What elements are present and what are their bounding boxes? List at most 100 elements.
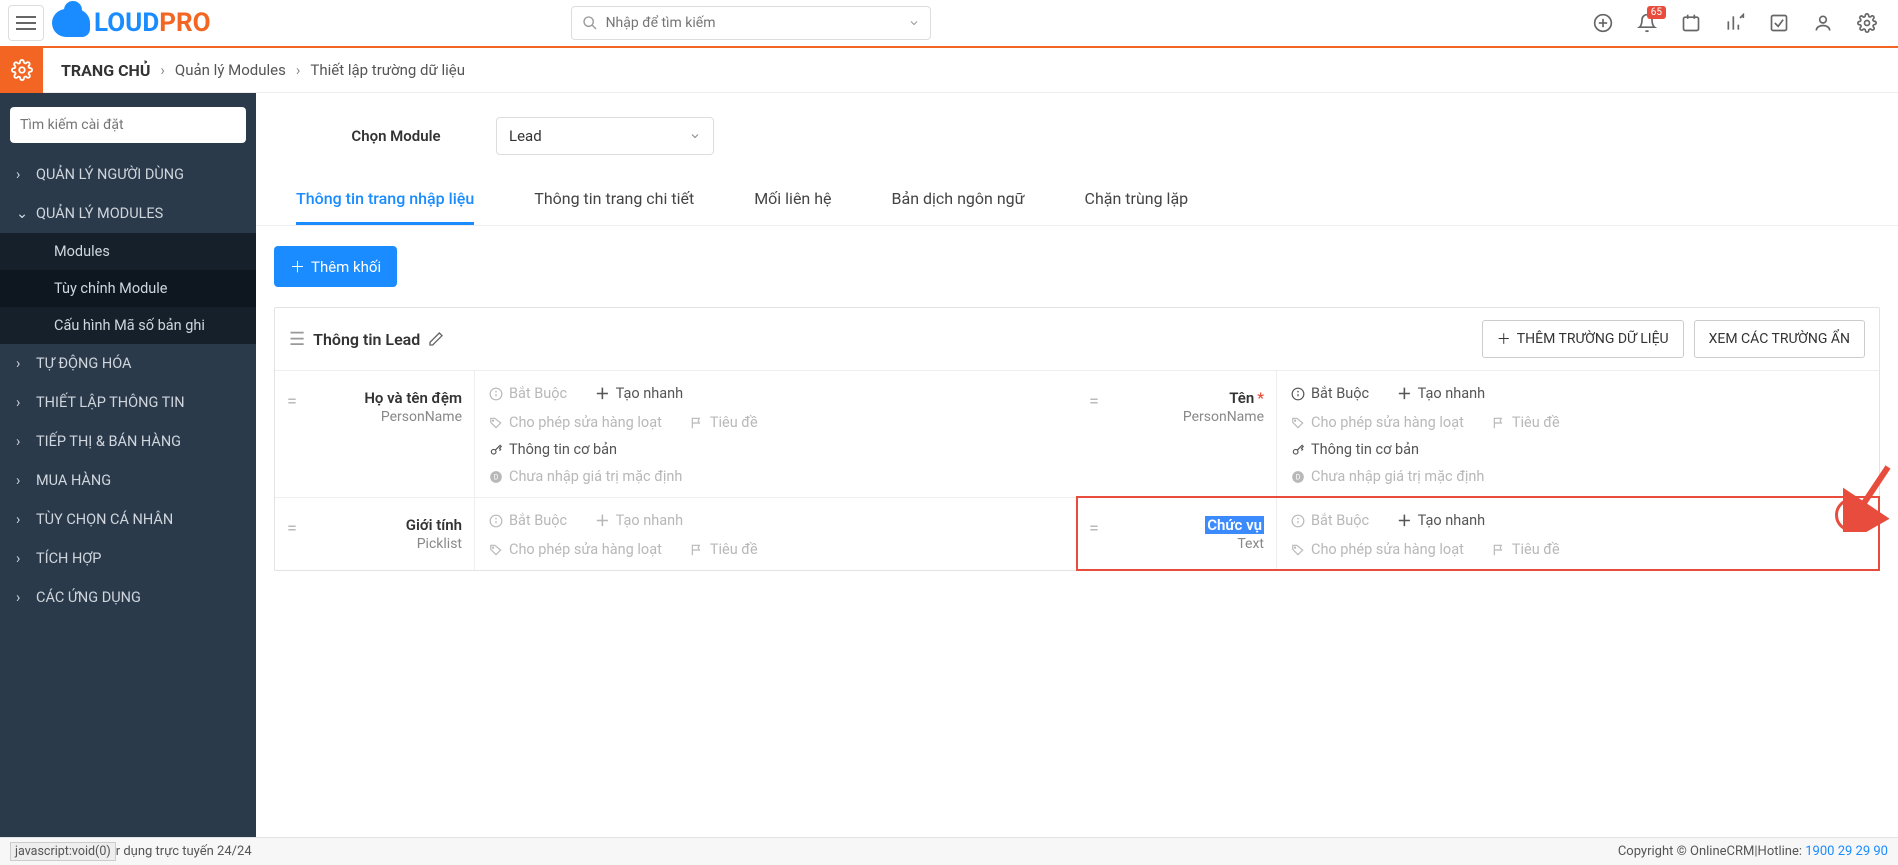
field-card[interactable]: = Chức vụ Text Bắt Buộc ＋ Tạo nhanh Cho … [1077, 497, 1879, 570]
module-select-value: Lead [509, 127, 542, 145]
opt-required[interactable]: Bắt Buộc [489, 510, 567, 531]
opt-mass[interactable]: Cho phép sửa hàng loạt [489, 414, 662, 431]
field-card[interactable]: = Giới tính Picklist Bắt Buộc ＋ Tạo nhan… [275, 497, 1077, 570]
opt-default[interactable]: D Chưa nhập giá trị mặc định [489, 468, 682, 485]
opt-required[interactable]: Bắt Buộc [1291, 383, 1369, 404]
sidebar-subitem[interactable]: Tùy chỉnh Module [0, 270, 256, 307]
add-block-label: Thêm khối [311, 258, 381, 276]
opt-quick[interactable]: ＋ Tạo nhanh [595, 383, 683, 404]
drag-icon[interactable]: ☰ [289, 329, 303, 350]
opt-header[interactable]: Tiêu đề [690, 541, 758, 558]
sidebar-subitem[interactable]: Cấu hình Mã số bản ghi [0, 307, 256, 344]
tab[interactable]: Mối liên hệ [754, 189, 831, 225]
sidebar-item-label: TỰ ĐỘNG HÓA [36, 355, 131, 372]
settings-gear-orange[interactable] [0, 48, 43, 93]
tab[interactable]: Thông tin trang nhập liệu [296, 189, 474, 225]
field-name: Giới tính [305, 516, 462, 534]
bell-icon[interactable]: 65 [1636, 12, 1658, 34]
sidebar-item[interactable]: › TÍCH HỢP [0, 539, 256, 578]
tab[interactable]: Thông tin trang chi tiết [534, 189, 694, 225]
calendar-icon[interactable] [1680, 12, 1702, 34]
field-card[interactable]: = Tên* PersonName Bắt Buộc ＋ Tạo nhanh C… [1077, 371, 1879, 497]
sidebar-item[interactable]: ⌄ QUẢN LÝ MODULES [0, 194, 256, 233]
sidebar-item-label: QUẢN LÝ MODULES [36, 205, 163, 222]
opt-quick[interactable]: ＋ Tạo nhanh [1397, 383, 1485, 404]
add-field-label: THÊM TRƯỜNG DỮ LIỆU [1517, 331, 1669, 347]
add-block-button[interactable]: ＋ Thêm khối [274, 246, 397, 287]
tabs: Thông tin trang nhập liệu Thông tin trang… [256, 165, 1898, 226]
global-search[interactable] [571, 6, 931, 40]
sidebar-item-label: TIẾP THỊ & BÁN HÀNG [36, 433, 181, 450]
add-field-button[interactable]: ＋ THÊM TRƯỜNG DỮ LIỆU [1482, 320, 1684, 358]
field-name: Tên* [1107, 389, 1264, 407]
opt-basic[interactable]: Thông tin cơ bản [489, 441, 617, 458]
opt-mass[interactable]: Cho phép sửa hàng loạt [1291, 414, 1464, 431]
chevron-icon: › [16, 550, 26, 567]
logo-text-1: LOUD [94, 8, 159, 38]
view-hidden-button[interactable]: XEM CÁC TRƯỜNG ẨN [1694, 320, 1865, 358]
view-hidden-label: XEM CÁC TRƯỜNG ẨN [1709, 331, 1850, 347]
sidebar-item[interactable]: ›THIẾT LẬP THÔNG TIN [0, 383, 256, 422]
breadcrumb-bar: TRANG CHỦ › Quản lý Modules › Thiết lập … [0, 48, 1898, 93]
user-icon[interactable] [1812, 12, 1834, 34]
sidebar-item[interactable]: › QUẢN LÝ NGƯỜI DÙNG [0, 155, 256, 194]
opt-required[interactable]: Bắt Buộc [489, 383, 567, 404]
footer: javascript:void(0) r dụng trực tuyến 24/… [0, 837, 1898, 865]
chevron-icon: ⌄ [16, 205, 26, 222]
crumb-last: Thiết lập trường dữ liệu [310, 61, 465, 79]
opt-header[interactable]: Tiêu đề [1492, 541, 1560, 558]
chevron-right-icon: › [160, 61, 165, 79]
module-select[interactable]: Lead [496, 117, 714, 155]
chevron-icon: › [16, 166, 26, 183]
field-type: PersonName [305, 409, 462, 425]
javascript-link: javascript:void(0) [10, 842, 116, 861]
sidebar-item[interactable]: ›TỰ ĐỘNG HÓA [0, 344, 256, 383]
crumb-home[interactable]: TRANG CHỦ [61, 61, 150, 80]
chevron-icon: › [16, 472, 26, 489]
opt-quick[interactable]: ＋ Tạo nhanh [595, 510, 683, 531]
footer-right: Copyright © OnlineCRM|Hotline: [1618, 844, 1805, 859]
sidebar-item-label: CÁC ỨNG DỤNG [36, 589, 141, 606]
opt-header[interactable]: Tiêu đề [690, 414, 758, 431]
add-button[interactable] [1592, 12, 1614, 34]
block: ☰ Thông tin Lead ＋ THÊM TRƯỜNG DỮ LIỆU XE… [274, 307, 1880, 571]
opt-basic[interactable]: Thông tin cơ bản [1291, 441, 1419, 458]
plus-icon: ＋ [1497, 329, 1511, 349]
sidebar-item[interactable]: ›TÙY CHỌN CÁ NHÂN [0, 500, 256, 539]
sidebar-subitem[interactable]: Modules [0, 233, 256, 270]
opt-quick[interactable]: ＋ Tạo nhanh [1397, 510, 1485, 531]
crumb-mid[interactable]: Quản lý Modules [175, 61, 286, 79]
drag-icon[interactable]: = [287, 391, 295, 412]
sidebar-item[interactable]: ›TIẾP THỊ & BÁN HÀNG [0, 422, 256, 461]
field-card[interactable]: = Họ và tên đệm PersonName Bắt Buộc ＋ Tạ… [275, 371, 1077, 497]
sidebar-item-label: QUẢN LÝ NGƯỜI DÙNG [36, 166, 184, 183]
logo[interactable]: LOUDPRO [52, 8, 211, 38]
field-name: Họ và tên đệm [305, 389, 462, 407]
sidebar-search[interactable] [10, 107, 246, 143]
sidebar-item-label: TÍCH HỢP [36, 550, 101, 567]
check-icon[interactable] [1768, 12, 1790, 34]
opt-mass[interactable]: Cho phép sửa hàng loạt [1291, 541, 1464, 558]
opt-default[interactable]: D Chưa nhập giá trị mặc định [1291, 468, 1484, 485]
opt-mass[interactable]: Cho phép sửa hàng loạt [489, 541, 662, 558]
block-title: Thông tin Lead [313, 330, 420, 349]
gear-icon[interactable] [1856, 12, 1878, 34]
pencil-icon[interactable] [428, 331, 444, 347]
drag-icon[interactable]: = [1089, 518, 1097, 539]
chevron-right-icon: › [296, 61, 301, 79]
global-search-input[interactable] [606, 15, 908, 31]
hide-field-button[interactable] [1835, 498, 1869, 532]
drag-icon[interactable]: = [287, 518, 295, 539]
sidebar-item[interactable]: ›MUA HÀNG [0, 461, 256, 500]
chevron-icon: › [16, 511, 26, 528]
opt-header[interactable]: Tiêu đề [1492, 414, 1560, 431]
footer-hotline[interactable]: 1900 29 29 90 [1805, 844, 1888, 859]
chart-icon[interactable] [1724, 12, 1746, 34]
tab[interactable]: Bản dịch ngôn ngữ [892, 189, 1025, 225]
field-type: PersonName [1107, 409, 1264, 425]
drag-icon[interactable]: = [1089, 391, 1097, 412]
opt-required[interactable]: Bắt Buộc [1291, 510, 1369, 531]
sidebar-item[interactable]: ›CÁC ỨNG DỤNG [0, 578, 256, 617]
tab[interactable]: Chặn trùng lặp [1085, 189, 1189, 225]
hamburger-button[interactable] [8, 5, 44, 41]
